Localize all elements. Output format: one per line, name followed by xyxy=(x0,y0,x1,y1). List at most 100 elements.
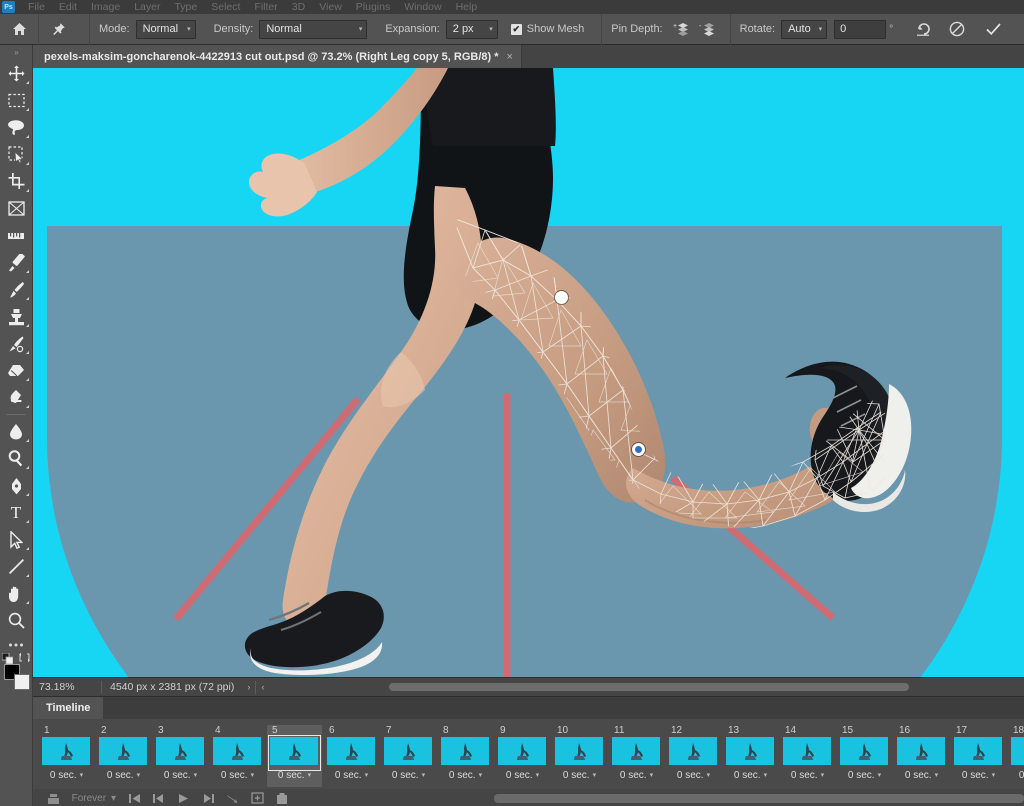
close-icon[interactable]: × xyxy=(507,51,513,63)
line-shape-tool[interactable] xyxy=(2,553,31,580)
timeline-frame[interactable]: 14 0 sec. ▾ xyxy=(780,725,835,787)
cancel-button[interactable] xyxy=(939,14,975,45)
reset-button[interactable] xyxy=(907,14,939,45)
lasso-tool[interactable] xyxy=(2,114,31,141)
frame-thumbnail[interactable] xyxy=(384,737,432,765)
frame-duration-select[interactable]: 0 sec.▾ xyxy=(498,768,547,784)
spot-healing-brush-tool[interactable] xyxy=(2,249,31,276)
canvas-area[interactable] xyxy=(33,68,1024,677)
dodge-tool[interactable] xyxy=(2,445,31,472)
menu-plugins[interactable]: Plugins xyxy=(349,0,397,14)
frame-thumbnail[interactable] xyxy=(555,737,603,765)
frame-duration-select[interactable]: 0 sec.▾ xyxy=(42,768,91,784)
rotate-select[interactable]: Auto ▾ xyxy=(781,19,828,39)
puppet-warp-pin-knee[interactable] xyxy=(632,443,645,456)
frame-duration-select[interactable]: 0 sec.▾ xyxy=(840,768,889,784)
frame-duration-select[interactable]: 0 sec.▾ xyxy=(669,768,718,784)
menu-image[interactable]: Image xyxy=(84,0,127,14)
hand-tool[interactable] xyxy=(2,580,31,607)
frame-duration-select[interactable]: 0 sec.▾ xyxy=(156,768,205,784)
menu-file[interactable]: File xyxy=(21,0,52,14)
frame-duration-select[interactable]: 0 sec.▾ xyxy=(441,768,490,784)
crop-tool[interactable] xyxy=(2,168,31,195)
frame-duration-select[interactable]: 0 sec.▾ xyxy=(783,768,832,784)
select-previous-frame-button[interactable] xyxy=(147,789,172,806)
eyedropper-tool[interactable] xyxy=(2,222,31,249)
background-color-swatch[interactable] xyxy=(13,674,30,690)
frame-duration-select[interactable]: 0 sec.▾ xyxy=(726,768,775,784)
eraser-tool[interactable] xyxy=(2,357,31,384)
frame-duration-select[interactable]: 0 sec.▾ xyxy=(897,768,946,784)
timeline-frame[interactable]: 3 0 sec. ▾ xyxy=(153,725,208,787)
pin-depth-forward-icon[interactable]: + xyxy=(669,18,695,40)
home-button[interactable] xyxy=(0,14,38,45)
frame-duration-select[interactable]: 0 sec.▾ xyxy=(99,768,148,784)
swap-colors-icon[interactable] xyxy=(18,652,30,663)
menu-select[interactable]: Select xyxy=(204,0,247,14)
horizontal-scroll-thumb[interactable] xyxy=(389,683,910,691)
frame-thumbnail[interactable] xyxy=(441,737,489,765)
frame-thumbnail[interactable] xyxy=(327,737,375,765)
frame-thumbnail[interactable] xyxy=(783,737,831,765)
frame-thumbnail[interactable] xyxy=(669,737,717,765)
density-select[interactable]: Normal ▾ xyxy=(259,19,368,39)
duplicate-frame-button[interactable] xyxy=(245,789,270,806)
timeline-frame[interactable]: 5 0 sec. ▾ xyxy=(267,725,322,787)
rotate-angle-input[interactable]: 0 xyxy=(834,19,887,39)
path-selection-tool[interactable] xyxy=(2,526,31,553)
timeline-frame[interactable]: 6 0 sec. ▾ xyxy=(324,725,379,787)
show-mesh-checkbox[interactable]: ✔ xyxy=(510,23,522,35)
timeline-frame[interactable]: 11 0 sec. ▾ xyxy=(609,725,664,787)
pin-tool-button[interactable] xyxy=(39,14,89,45)
color-swatches[interactable] xyxy=(1,652,31,694)
puppet-warp-pin-thigh[interactable] xyxy=(555,291,568,304)
play-animation-button[interactable] xyxy=(171,789,196,806)
frame-duration-select[interactable]: 0 sec.▾ xyxy=(612,768,661,784)
timeline-frame[interactable]: 2 0 sec. ▾ xyxy=(96,725,151,787)
tab-timeline[interactable]: Timeline xyxy=(33,697,104,719)
menu-view[interactable]: View xyxy=(312,0,349,14)
frame-strip[interactable]: 10 sec. ▾ 2 0 sec. ▾ 3 0 sec. ▾ 4 0 sec. ▾ 5 0 sec. ▾… xyxy=(33,719,1024,789)
frame-thumbnail[interactable] xyxy=(213,737,261,765)
status-collapse-icon[interactable]: ‹ xyxy=(256,682,269,692)
tween-frames-button[interactable] xyxy=(220,789,245,806)
object-selection-tool[interactable] xyxy=(2,141,31,168)
mode-select[interactable]: Normal ▾ xyxy=(135,19,196,39)
frame-thumbnail[interactable] xyxy=(612,737,660,765)
timeline-frame[interactable]: 10 0 sec. ▾ xyxy=(552,725,607,787)
pen-tool[interactable] xyxy=(2,472,31,499)
clone-stamp-tool[interactable] xyxy=(2,303,31,330)
status-expand-icon[interactable]: › xyxy=(242,682,255,692)
frame-duration-select[interactable]: 0 sec.▾ xyxy=(213,768,262,784)
rectangular-marquee-tool[interactable] xyxy=(2,87,31,114)
frame-duration-select[interactable]: 0 sec.▾ xyxy=(327,768,376,784)
timeline-frame[interactable]: 17 0 sec. ▾ xyxy=(951,725,1006,787)
pin-depth-backward-icon[interactable]: - xyxy=(695,18,721,40)
frame-thumbnail[interactable] xyxy=(156,737,204,765)
gradient-tool[interactable] xyxy=(2,384,31,411)
menu-edit[interactable]: Edit xyxy=(52,0,84,14)
blur-tool[interactable] xyxy=(2,418,31,445)
frame-thumbnail[interactable] xyxy=(954,737,1002,765)
horizontal-type-tool[interactable]: T xyxy=(2,499,31,526)
frame-duration-select[interactable]: 0 sec.▾ xyxy=(555,768,604,784)
frame-thumbnail[interactable] xyxy=(897,737,945,765)
frame-duration-select[interactable]: 0 sec.▾ xyxy=(270,768,319,784)
history-brush-tool[interactable] xyxy=(2,330,31,357)
select-first-frame-button[interactable] xyxy=(122,789,147,806)
frame-thumbnail[interactable] xyxy=(726,737,774,765)
loop-options-select[interactable]: Forever ▾ xyxy=(66,793,122,804)
frame-duration-select[interactable]: 0 sec.▾ xyxy=(954,768,1003,784)
document-tab[interactable]: pexels-maksim-goncharenok-4422913 cut ou… xyxy=(33,45,522,68)
toolbar-collapse-button[interactable]: » xyxy=(0,45,33,60)
menu-layer[interactable]: Layer xyxy=(127,0,167,14)
timeline-horizontal-scrollbar[interactable] xyxy=(494,793,1024,803)
delete-frame-button[interactable] xyxy=(270,789,295,806)
timeline-frame[interactable]: 12 0 sec. ▾ xyxy=(666,725,721,787)
frame-thumbnail[interactable] xyxy=(1011,737,1024,765)
frame-tool[interactable] xyxy=(2,195,31,222)
timeline-frame[interactable]: 1 0 sec. ▾ xyxy=(39,725,94,787)
frame-thumbnail[interactable] xyxy=(99,737,147,765)
timeline-frame[interactable]: 13 0 sec. ▾ xyxy=(723,725,778,787)
horizontal-scroll-track[interactable] xyxy=(269,678,1024,697)
